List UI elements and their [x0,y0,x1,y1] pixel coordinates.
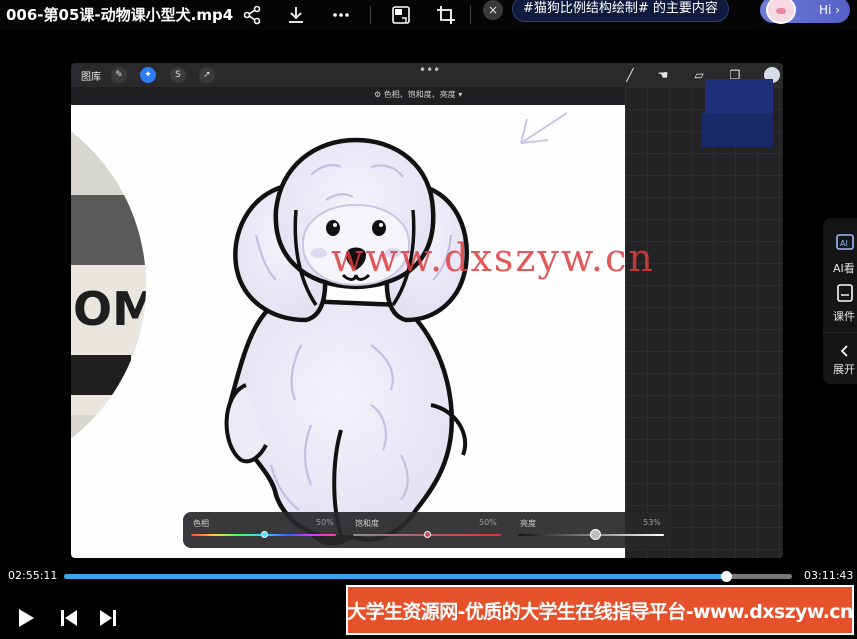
next-icon [100,610,116,626]
courseware-icon [837,284,853,302]
previous-button[interactable] [57,606,81,630]
hsb-adjustment-panel: 色相 50% 饱和度 50% 亮度 53% [183,512,671,548]
toolbar-divider [470,6,471,24]
video-title: 006-第05课-动物课小型犬.mp4 [6,6,234,24]
hue-value: 50% [316,518,334,527]
hue-label: 色相 [193,519,209,528]
courseware-button[interactable]: 课件 [823,278,857,328]
brightness-knob [590,529,602,540]
video-player: 006-第05课-动物课小型犬.mp4 × #猫狗比例结构绘制# 的主要内容 H… [0,0,857,639]
close-tag-button[interactable]: × [483,0,503,20]
brightness-label: 亮度 [520,519,536,528]
saturation-knob [424,531,431,538]
drawing-canvas: OM [71,105,625,558]
video-watermark: www.dxszyw.cn [331,236,655,280]
pip-icon[interactable] [389,3,413,27]
smudge-icon: ☚ [657,68,669,82]
side-panel: AI AI看 课件 展开 [823,218,857,384]
arrow-sketch [520,112,568,144]
ai-watch-button[interactable]: AI AI看 [823,222,857,278]
reference-photo: OM [71,105,158,480]
selection-icon: S [170,67,186,83]
promo-banner: 大学生资源网-优质的大学生在线指导平台-www.dxszyw.cn [346,585,854,635]
play-icon [19,609,34,627]
courseware-label: 课件 [833,310,855,323]
toolbar-divider [370,6,371,24]
more-dots: ••• [419,63,441,77]
progress-fill [64,574,727,579]
saturation-label: 饱和度 [355,519,379,528]
promo-banner-text: 大学生资源网-优质的大学生在线指导平台-www.dxszyw.cn [347,600,853,623]
total-time: 03:11:43 [804,569,854,582]
layer-thumbnail-lower [701,113,773,147]
hue-knob [260,531,268,538]
side-canvas-area [625,87,783,558]
adjustment-bar [71,87,625,105]
saturation-value: 50% [479,518,497,527]
close-icon: × [487,3,499,17]
ai-icon: AI [836,234,854,250]
play-button[interactable] [14,606,38,630]
chevron-left-icon [840,345,848,357]
previous-icon [61,610,77,626]
more-icon[interactable] [329,3,353,27]
gallery-button: 图库 [81,72,101,83]
progress-knob[interactable] [721,571,733,582]
expand-label: 展开 [833,363,855,376]
top-bar: 006-第05课-动物课小型犬.mp4 × #猫狗比例结构绘制# 的主要内容 H… [0,0,857,30]
download-icon[interactable] [284,3,308,27]
wrench-icon: ✎ [111,67,127,83]
magic-wand-icon: ✦ [140,67,156,83]
svg-text:OM: OM [73,282,158,336]
next-button[interactable] [96,606,120,630]
procreate-toolbar: 图库 ✎ ✦ S ➚ ••• ╱ ☚ ▱ ❐ [71,63,783,87]
brightness-value: 53% [643,518,661,527]
move-icon: ➚ [199,67,215,83]
current-time: 02:55:11 [8,569,58,582]
hi-label: Hi › [819,3,840,17]
ai-watch-label: AI看 [833,262,855,275]
poodle-drawing: OM [71,105,568,546]
topic-tag[interactable]: #猫狗比例结构绘制# 的主要内容 [512,0,729,22]
svg-text:AI: AI [840,239,848,248]
procreate-screen: 图库 ✎ ✦ S ➚ ••• ╱ ☚ ▱ ❐ ⚙ 色相、饱和度、亮度 ▾ OM … [71,63,783,558]
crop-icon[interactable] [434,3,458,27]
brush-icon: ╱ [626,68,634,82]
share-icon[interactable] [240,3,264,27]
adjustment-label: ⚙ 色相、饱和度、亮度 ▾ [374,90,463,99]
expand-button[interactable]: 展开 [823,332,857,380]
